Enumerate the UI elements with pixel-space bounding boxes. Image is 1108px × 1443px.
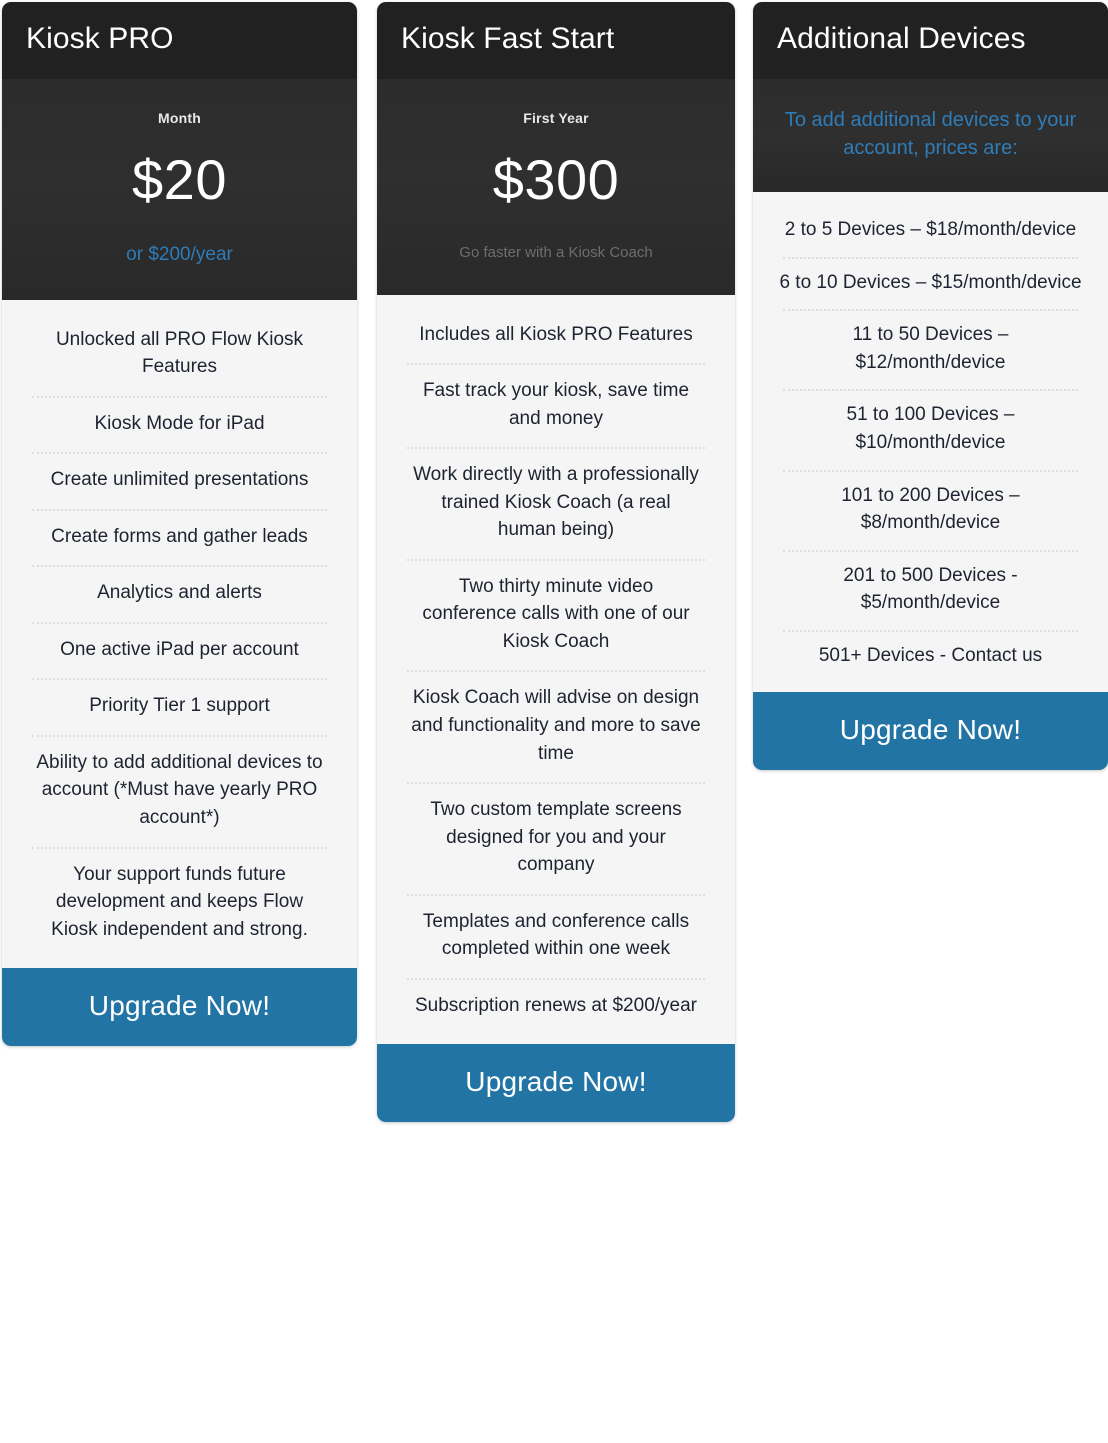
plan-title: Additional Devices <box>777 22 1026 55</box>
feature-item: Templates and conference calls completed… <box>377 893 735 978</box>
feature-item: Kiosk Mode for iPad <box>2 395 357 453</box>
feature-item: Ability to add additional devices to acc… <box>2 734 357 847</box>
feature-item: Subscription renews at $200/year <box>377 977 735 1035</box>
plan-title: Kiosk PRO <box>26 22 174 55</box>
device-tier-item: 11 to 50 Devices – $12/month/device <box>753 309 1108 389</box>
feature-item: Work directly with a professionally trai… <box>377 447 735 559</box>
price-panel-kiosk-fast-start: First Year $300 Go faster with a Kiosk C… <box>377 79 735 295</box>
device-tier-item: 201 to 500 Devices - $5/month/device <box>753 549 1108 630</box>
card-header-kiosk-pro: Kiosk PRO <box>2 2 357 80</box>
card-header-kiosk-fast-start: Kiosk Fast Start <box>377 2 735 80</box>
feature-item: Analytics and alerts <box>2 565 357 622</box>
price-panel-kiosk-pro: Month $20 or $200/year <box>2 79 357 300</box>
devices-blurb-panel: To add additional devices to your accoun… <box>753 79 1108 193</box>
device-tier-item: 2 to 5 Devices – $18/month/device <box>784 219 1077 241</box>
feature-item: Kiosk Coach will advise on design and fu… <box>377 670 735 782</box>
upgrade-now-button-kiosk-pro[interactable]: Upgrade Now! <box>2 968 357 1047</box>
device-tier-item: 101 to 200 Devices – $8/month/device <box>753 469 1108 550</box>
feature-item: Priority Tier 1 support <box>2 678 357 735</box>
pricing-card-kiosk-pro: Kiosk PRO Month $20 or $200/year Unlocke… <box>2 2 357 1047</box>
feature-item: Two thirty minute video conference calls… <box>377 558 735 671</box>
price-amount: $20 <box>132 147 227 211</box>
billing-period-label: Month <box>158 109 201 126</box>
feature-list-kiosk-fast-start: Includes all Kiosk PRO Features Fast tra… <box>377 294 735 1045</box>
device-tier-item: 501+ Devices - Contact us <box>753 629 1108 683</box>
price-note: or $200/year <box>126 243 233 265</box>
device-tier-item: 6 to 10 Devices – $15/month/device <box>753 256 1108 310</box>
plan-title: Kiosk Fast Start <box>401 22 615 55</box>
feature-list-kiosk-pro: Unlocked all PRO Flow Kiosk Features Kio… <box>2 299 357 969</box>
feature-item: Fast track your kiosk, save time and mon… <box>377 363 735 447</box>
upgrade-now-button-kiosk-fast-start[interactable]: Upgrade Now! <box>377 1044 735 1123</box>
feature-item: Unlocked all PRO Flow Kiosk Features <box>55 328 304 378</box>
devices-blurb-text: To add additional devices to your accoun… <box>784 108 1077 159</box>
feature-item: One active iPad per account <box>2 621 357 679</box>
device-tier-list: 2 to 5 Devices – $18/month/device 6 to 1… <box>753 192 1108 693</box>
feature-item: Includes all Kiosk PRO Features <box>419 323 693 345</box>
billing-period-label: First Year <box>523 109 589 126</box>
pricing-board: Kiosk PRO Month $20 or $200/year Unlocke… <box>0 0 1108 1443</box>
pricing-card-additional-devices: Additional Devices To add additional dev… <box>753 2 1108 771</box>
price-note: Go faster with a Kiosk Coach <box>459 243 653 261</box>
feature-item: Create unlimited presentations <box>2 452 357 509</box>
feature-item: Create forms and gather leads <box>2 508 357 566</box>
pricing-card-kiosk-fast-start: Kiosk Fast Start First Year $300 Go fast… <box>377 2 735 1123</box>
card-header-additional-devices: Additional Devices <box>753 2 1108 80</box>
feature-item: Two custom template screens designed for… <box>377 782 735 894</box>
price-amount: $300 <box>492 147 620 211</box>
device-tier-item: 51 to 100 Devices – $10/month/device <box>753 389 1108 469</box>
upgrade-now-button-additional-devices[interactable]: Upgrade Now! <box>753 692 1108 771</box>
feature-item: Your support funds future development an… <box>2 846 357 959</box>
